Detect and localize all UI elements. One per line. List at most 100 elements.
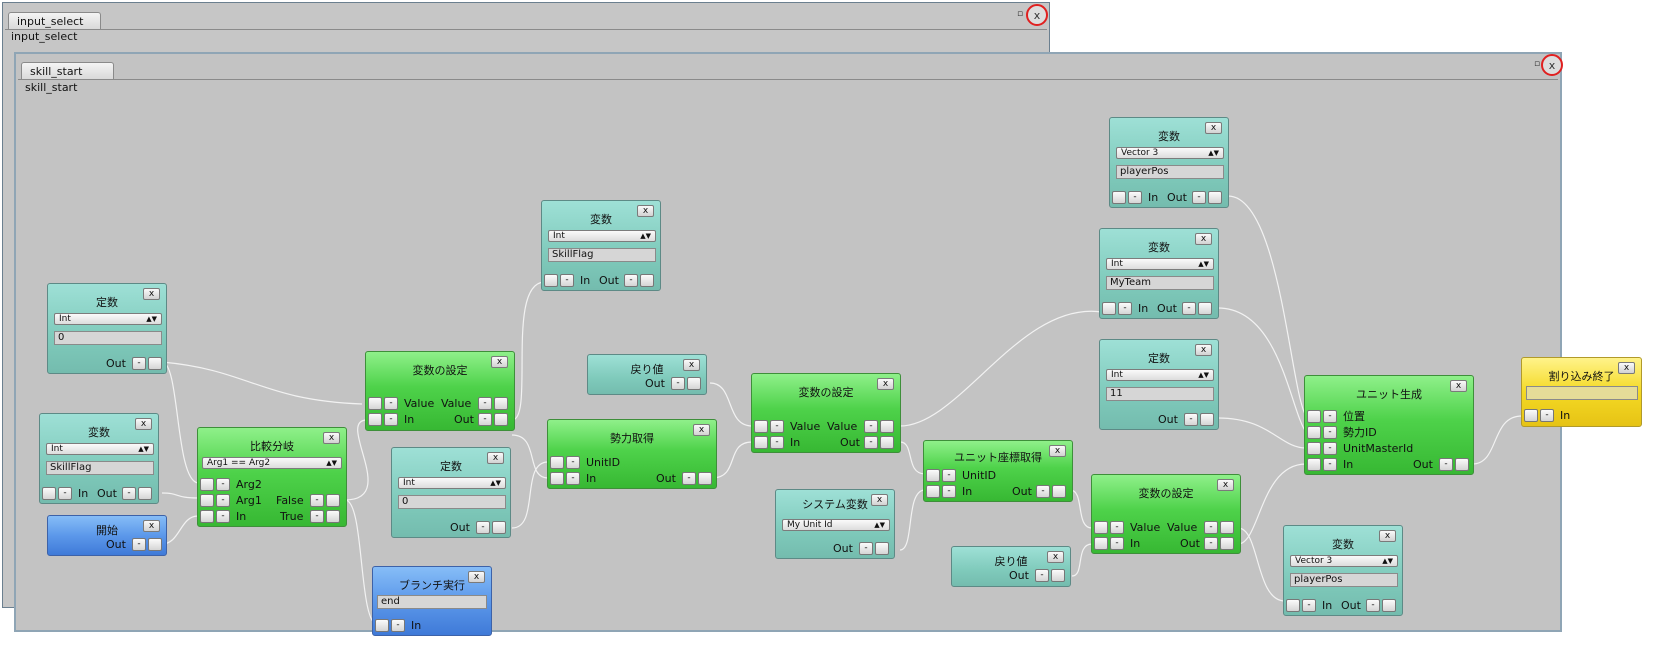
unit-spawn-node[interactable]: ユニット生成 x - 位置 - 勢力ID - UnitMasterId - In… bbox=[1304, 375, 1474, 475]
value-field[interactable]: playerPos bbox=[1116, 165, 1224, 179]
close-icon[interactable]: x bbox=[1541, 54, 1563, 76]
port-button[interactable]: - bbox=[384, 413, 398, 426]
port-button[interactable] bbox=[368, 413, 382, 426]
value-field[interactable]: 0 bbox=[54, 331, 162, 345]
port-button[interactable]: - bbox=[942, 485, 956, 498]
const-node[interactable]: 定数 x Int ▲▼ 11 Out - bbox=[1099, 339, 1219, 430]
set-variable-node[interactable]: 変数の設定 x - Value Value - - In Out - bbox=[365, 351, 515, 431]
port-button[interactable]: - bbox=[132, 538, 146, 551]
node-close-button[interactable]: x bbox=[877, 378, 894, 390]
port-button[interactable] bbox=[1307, 442, 1321, 455]
port-button[interactable]: - bbox=[1323, 442, 1337, 455]
port-button[interactable] bbox=[138, 487, 152, 500]
port-button[interactable]: - bbox=[1192, 191, 1206, 204]
interrupt-end-node[interactable]: 割り込み終了 x - In bbox=[1521, 357, 1642, 427]
port-button[interactable] bbox=[550, 472, 564, 485]
tab-input-select[interactable]: input_select bbox=[8, 12, 101, 29]
port-button[interactable]: - bbox=[859, 542, 873, 555]
port-button[interactable] bbox=[326, 510, 340, 523]
node-close-button[interactable]: x bbox=[1450, 380, 1467, 392]
port-button[interactable] bbox=[1102, 302, 1116, 315]
port-button[interactable]: - bbox=[1110, 521, 1124, 534]
value-field[interactable]: MyTeam bbox=[1106, 276, 1214, 290]
port-button[interactable]: - bbox=[1035, 569, 1049, 582]
port-button[interactable] bbox=[200, 510, 214, 523]
node-close-button[interactable]: x bbox=[491, 356, 508, 368]
port-button[interactable]: - bbox=[478, 413, 492, 426]
system-var-select[interactable]: My Unit Id ▲▼ bbox=[782, 519, 890, 531]
variable-node[interactable]: 変数 x Int ▲▼ SkillFlag - In Out - bbox=[39, 413, 159, 504]
close-icon[interactable]: x bbox=[1026, 4, 1048, 26]
return-value-node[interactable]: 戻り値 x Out - bbox=[951, 546, 1071, 587]
port-button[interactable]: - bbox=[1184, 413, 1198, 426]
node-close-button[interactable]: x bbox=[143, 288, 160, 300]
port-button[interactable]: - bbox=[864, 436, 878, 449]
port-button[interactable] bbox=[1455, 458, 1469, 471]
port-button[interactable] bbox=[880, 420, 894, 433]
node-close-button[interactable]: x bbox=[1379, 530, 1396, 542]
port-button[interactable] bbox=[375, 619, 389, 632]
port-button[interactable]: - bbox=[310, 494, 324, 507]
port-button[interactable] bbox=[544, 274, 558, 287]
port-button[interactable]: - bbox=[1302, 599, 1316, 612]
const-node[interactable]: 定数 x Int ▲▼ 0 Out - bbox=[391, 447, 511, 538]
port-button[interactable] bbox=[687, 377, 701, 390]
return-value-node[interactable]: 戻り値 x Out - bbox=[587, 354, 707, 395]
port-button[interactable]: - bbox=[671, 377, 685, 390]
port-button[interactable] bbox=[875, 542, 889, 555]
port-button[interactable]: - bbox=[1118, 302, 1132, 315]
node-close-button[interactable]: x bbox=[637, 205, 654, 217]
port-button[interactable]: - bbox=[1036, 485, 1050, 498]
node-close-button[interactable]: x bbox=[683, 359, 700, 371]
port-button[interactable]: - bbox=[132, 357, 146, 370]
port-button[interactable]: - bbox=[566, 472, 580, 485]
minimize-icon[interactable]: ▫ bbox=[1534, 59, 1540, 69]
value-field[interactable]: SkillFlag bbox=[548, 248, 656, 262]
node-close-button[interactable]: x bbox=[1195, 233, 1212, 245]
value-field[interactable]: SkillFlag bbox=[46, 461, 154, 475]
node-close-button[interactable]: x bbox=[1618, 362, 1635, 374]
port-button[interactable] bbox=[1382, 599, 1396, 612]
port-button[interactable] bbox=[492, 521, 506, 534]
port-button[interactable]: - bbox=[1366, 599, 1380, 612]
port-button[interactable]: - bbox=[122, 487, 136, 500]
port-button[interactable] bbox=[754, 420, 768, 433]
port-button[interactable] bbox=[1052, 485, 1066, 498]
branch-exec-node[interactable]: ブランチ実行 x end - In bbox=[372, 566, 492, 636]
minimize-icon[interactable]: ▫ bbox=[1017, 9, 1023, 19]
port-button[interactable] bbox=[1198, 302, 1212, 315]
port-button[interactable]: - bbox=[942, 469, 956, 482]
port-button[interactable]: - bbox=[216, 510, 230, 523]
node-close-button[interactable]: x bbox=[487, 452, 504, 464]
port-button[interactable]: - bbox=[1323, 426, 1337, 439]
node-close-button[interactable]: x bbox=[1047, 551, 1064, 563]
set-variable-node[interactable]: 変数の設定 x - Value Value - - In Out - bbox=[1091, 474, 1241, 554]
branch-name-field[interactable]: end bbox=[377, 595, 487, 609]
node-close-button[interactable]: x bbox=[1195, 344, 1212, 356]
port-button[interactable] bbox=[698, 472, 712, 485]
port-button[interactable] bbox=[1094, 521, 1108, 534]
node-close-button[interactable]: x bbox=[871, 494, 888, 506]
expression-select[interactable]: Arg1 == Arg2 ▲▼ bbox=[202, 457, 342, 469]
node-close-button[interactable]: x bbox=[693, 424, 710, 436]
port-button[interactable] bbox=[494, 397, 508, 410]
get-unit-position-node[interactable]: ユニット座標取得 x - UnitID - In Out - bbox=[923, 440, 1073, 502]
port-button[interactable]: - bbox=[58, 487, 72, 500]
variable-node[interactable]: 変数 x Vector 3 ▲▼ playerPos - In Out - bbox=[1283, 525, 1403, 616]
port-button[interactable] bbox=[494, 413, 508, 426]
port-button[interactable] bbox=[926, 485, 940, 498]
port-button[interactable]: - bbox=[1128, 191, 1142, 204]
port-button[interactable]: - bbox=[216, 494, 230, 507]
port-button[interactable]: - bbox=[1110, 537, 1124, 550]
port-button[interactable] bbox=[880, 436, 894, 449]
value-field[interactable] bbox=[1526, 386, 1638, 400]
start-node[interactable]: 開始 x Out - bbox=[47, 515, 167, 556]
port-button[interactable] bbox=[200, 494, 214, 507]
port-button[interactable]: - bbox=[864, 420, 878, 433]
value-field[interactable]: playerPos bbox=[1290, 573, 1398, 587]
port-button[interactable] bbox=[1220, 521, 1234, 534]
port-button[interactable]: - bbox=[1204, 521, 1218, 534]
port-button[interactable]: - bbox=[1323, 410, 1337, 423]
system-variable-node[interactable]: システム変数 x My Unit Id ▲▼ Out - bbox=[775, 489, 895, 559]
node-close-button[interactable]: x bbox=[135, 418, 152, 430]
